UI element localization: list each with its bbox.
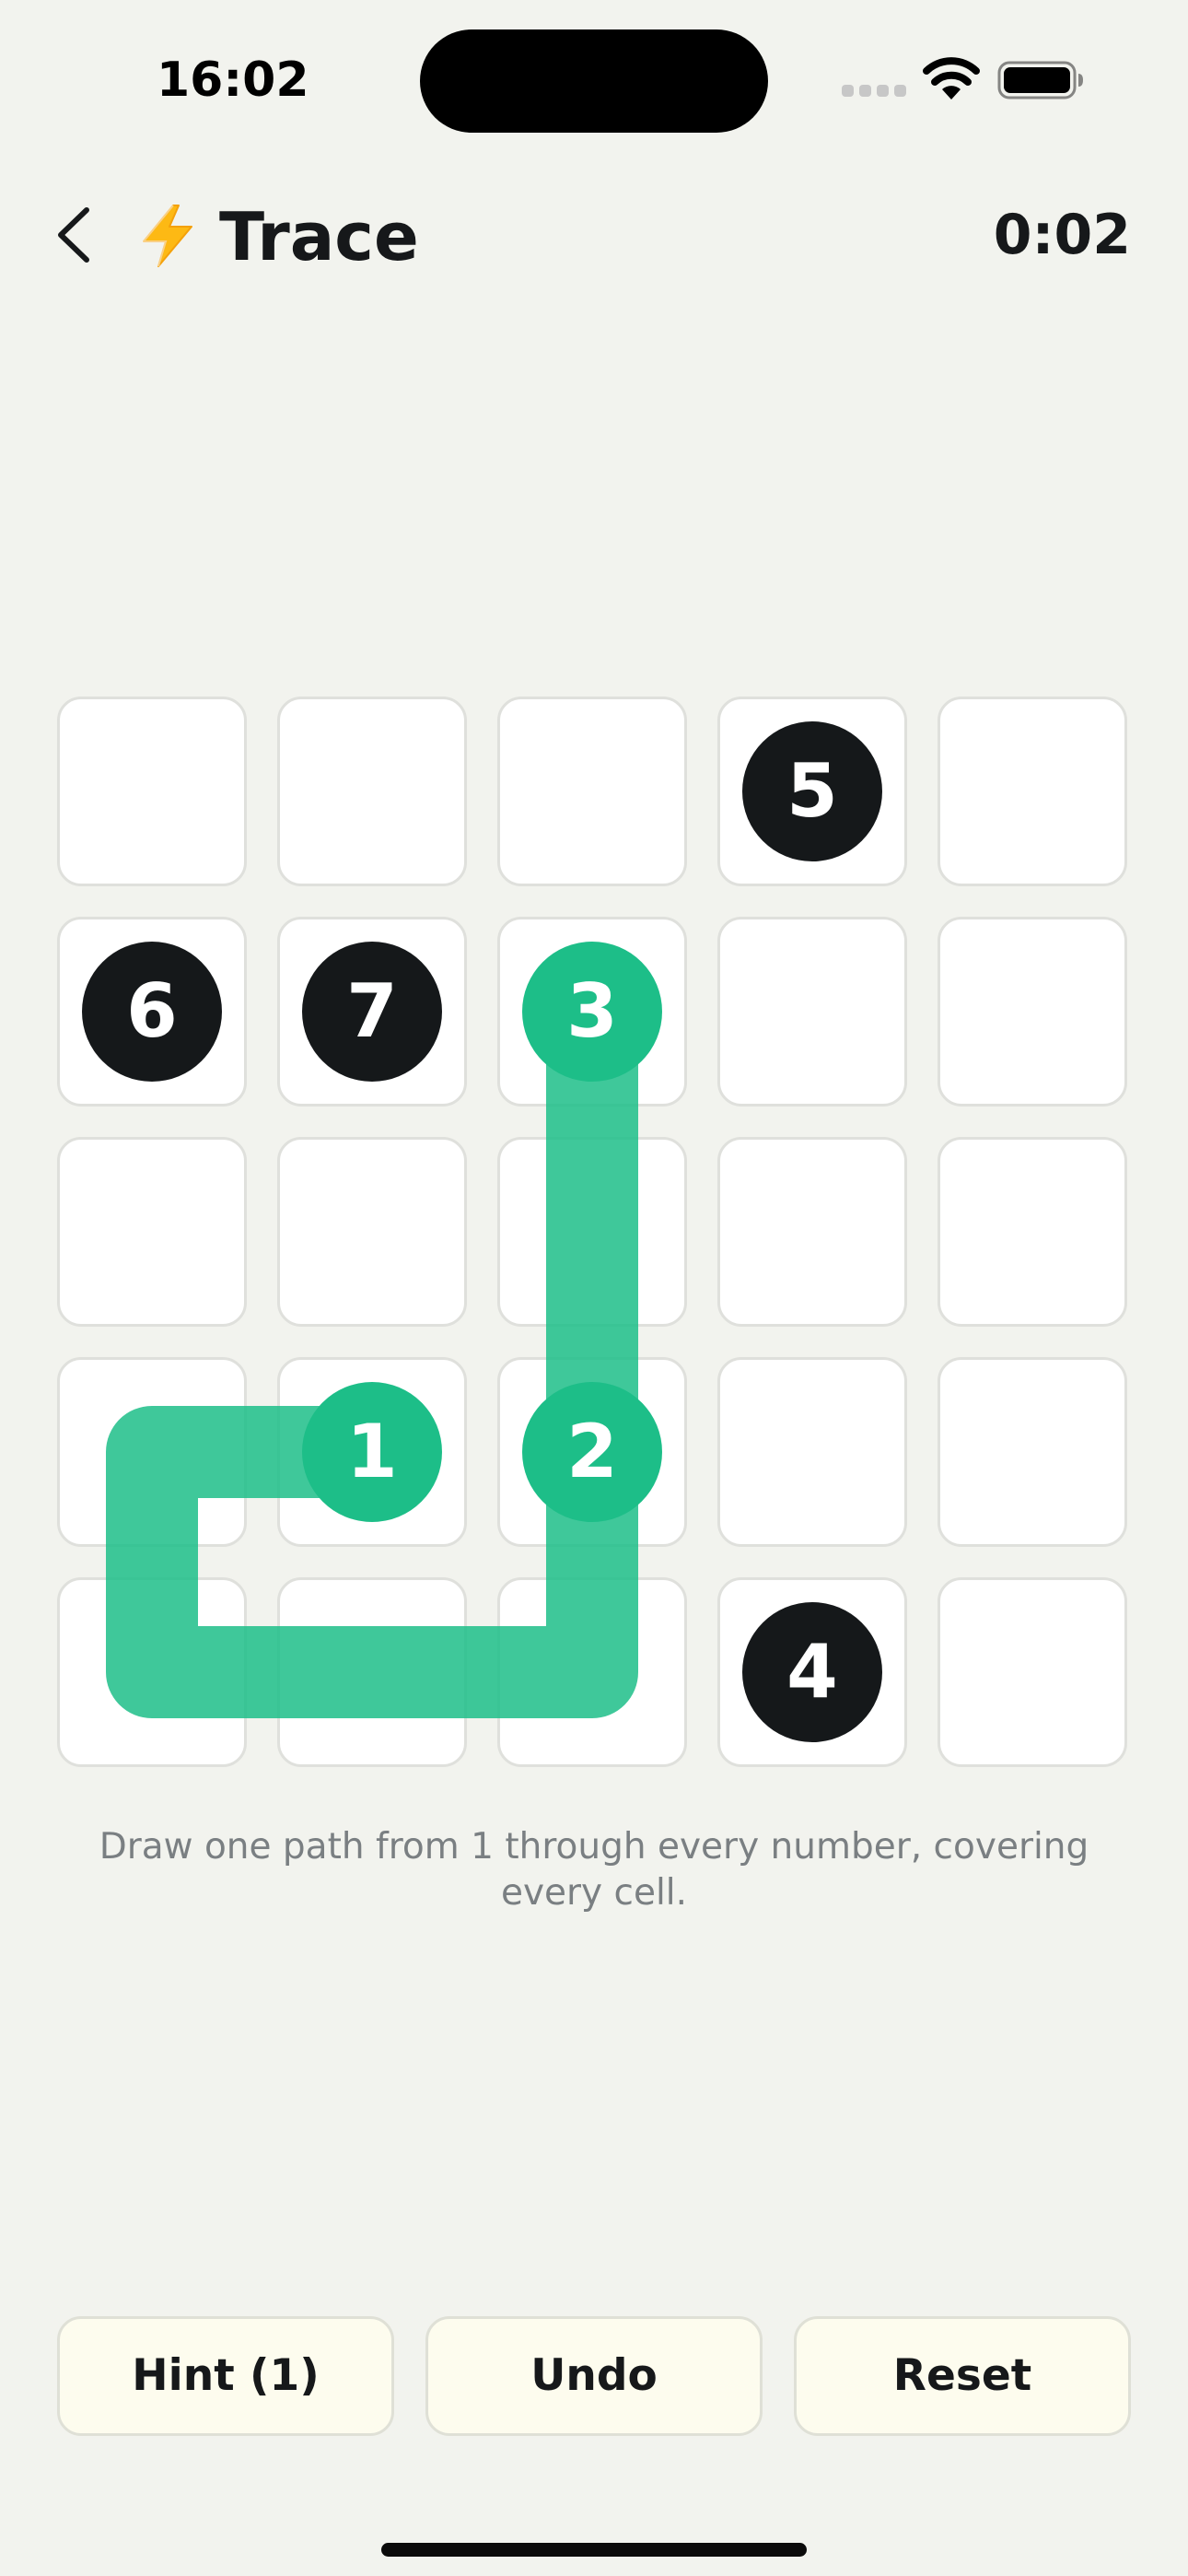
undo-button[interactable]: Undo <box>425 2316 763 2436</box>
grid-cell[interactable] <box>717 1357 907 1547</box>
grid-cell[interactable] <box>717 1137 907 1327</box>
number-node-4: 4 <box>742 1602 882 1742</box>
grid-cell[interactable] <box>497 697 687 886</box>
number-node-6: 6 <box>82 942 222 1082</box>
number-node-2: 2 <box>522 1382 662 1522</box>
grid-cell[interactable] <box>277 697 467 886</box>
home-indicator <box>381 2543 807 2557</box>
grid-cell[interactable] <box>57 1357 247 1547</box>
grid-cell[interactable] <box>277 1577 467 1767</box>
number-node-7: 7 <box>302 942 442 1082</box>
number-node-5: 5 <box>742 721 882 861</box>
grid-cell[interactable] <box>57 1577 247 1767</box>
number-node-3: 3 <box>522 942 662 1082</box>
grid-cell[interactable] <box>938 917 1127 1107</box>
hint-button[interactable]: Hint (1) <box>57 2316 394 2436</box>
grid-cell[interactable] <box>938 1137 1127 1327</box>
grid-cell[interactable] <box>938 1577 1127 1767</box>
grid-cell[interactable] <box>57 1137 247 1327</box>
grid-cell[interactable] <box>497 1577 687 1767</box>
path-line <box>106 966 638 1718</box>
grid-cell[interactable] <box>938 1357 1127 1547</box>
grid-cell[interactable] <box>497 1137 687 1327</box>
puzzle-board[interactable]: 5 673 124 <box>0 0 1188 2576</box>
grid-cell[interactable] <box>57 697 247 886</box>
reset-button[interactable]: Reset <box>794 2316 1131 2436</box>
grid-cell[interactable] <box>277 1137 467 1327</box>
grid-cell[interactable] <box>938 697 1127 886</box>
instruction-text: Draw one path from 1 through every numbe… <box>99 1826 1089 1914</box>
number-node-1: 1 <box>302 1382 442 1522</box>
grid-cell[interactable] <box>717 917 907 1107</box>
